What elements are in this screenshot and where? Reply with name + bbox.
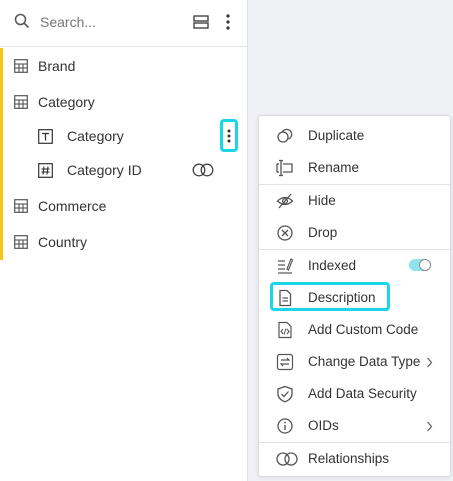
menu-item-label: Description — [308, 290, 376, 305]
swap-arrows-icon — [276, 353, 294, 371]
shield-check-icon — [276, 385, 294, 403]
tree-accent-bar — [0, 224, 3, 260]
menu-item-label: Add Data Security — [308, 386, 417, 401]
menu-item-hide[interactable]: Hide — [259, 185, 450, 217]
menu-item-label: Rename — [308, 160, 360, 175]
number-type-icon — [38, 163, 53, 178]
menu-item-label: OIDs — [308, 418, 339, 433]
tree-item-label: Brand — [38, 58, 76, 74]
tree-item-commerce[interactable]: Commerce — [0, 188, 247, 224]
table-icon — [14, 59, 28, 73]
search-icon — [14, 13, 30, 29]
tree-item-label: Country — [38, 234, 88, 250]
menu-item-rename[interactable]: Rename — [259, 152, 450, 184]
menu-item-label: Duplicate — [308, 128, 365, 143]
tree-item-country[interactable]: Country — [0, 224, 247, 260]
chevron-right-icon — [426, 421, 433, 432]
menu-item-label: Change Data Type — [308, 354, 421, 369]
schema-panel: Brand Category Category Category ID Comm… — [0, 0, 248, 481]
description-document-icon — [276, 289, 294, 307]
info-icon — [276, 417, 294, 435]
tree-item-label: Category — [38, 94, 95, 110]
hide-eye-icon — [276, 192, 294, 210]
search-input[interactable] — [40, 12, 180, 32]
menu-item-label: Hide — [308, 193, 336, 208]
menu-item-description[interactable]: Description — [259, 282, 450, 314]
table-icon — [14, 199, 28, 213]
tree-accent-bar — [0, 188, 3, 224]
menu-item-label: Indexed — [308, 258, 357, 273]
more-options-icon[interactable] — [224, 12, 232, 32]
duplicate-icon — [276, 127, 294, 145]
menu-item-duplicate[interactable]: Duplicate — [259, 120, 450, 152]
layout-toggle-icon[interactable] — [193, 15, 209, 29]
tree-accent-bar — [0, 48, 3, 84]
relationship-icon — [276, 450, 298, 468]
menu-item-add-custom-code[interactable]: Add Custom Code — [259, 314, 450, 346]
menu-item-relationships[interactable]: Relationships — [259, 443, 450, 475]
context-menu: Duplicate Rename Hide Drop Indexed Descr… — [258, 115, 451, 477]
relationship-icon — [192, 163, 214, 177]
menu-item-change-data-type[interactable]: Change Data Type — [259, 346, 450, 378]
indexed-toggle[interactable] — [409, 259, 431, 271]
menu-item-oids[interactable]: OIDs — [259, 410, 450, 442]
tree-item-category-column[interactable]: Category — [0, 118, 247, 154]
menu-item-drop[interactable]: Drop — [259, 217, 450, 249]
column-options-button[interactable] — [220, 119, 238, 152]
custom-code-icon — [276, 321, 294, 339]
drop-x-circle-icon — [276, 224, 294, 242]
menu-item-label: Relationships — [308, 451, 390, 466]
tree-item-brand[interactable]: Brand — [0, 48, 247, 84]
tree-item-label: Category ID — [67, 162, 142, 178]
tree-item-label: Category — [67, 128, 124, 144]
menu-item-add-data-security[interactable]: Add Data Security — [259, 378, 450, 410]
table-icon — [14, 95, 28, 109]
table-icon — [14, 235, 28, 249]
tree-item-category[interactable]: Category — [0, 84, 247, 120]
indexed-list-icon — [276, 257, 294, 275]
menu-item-indexed[interactable]: Indexed — [259, 250, 450, 282]
chevron-right-icon — [426, 357, 433, 368]
menu-item-label: Drop — [308, 225, 338, 240]
text-type-icon — [38, 129, 53, 144]
tree-item-label: Commerce — [38, 198, 107, 214]
rename-icon — [276, 159, 294, 177]
search-bar — [0, 0, 247, 47]
menu-item-label: Add Custom Code — [308, 322, 419, 337]
toggle-knob — [419, 259, 431, 271]
